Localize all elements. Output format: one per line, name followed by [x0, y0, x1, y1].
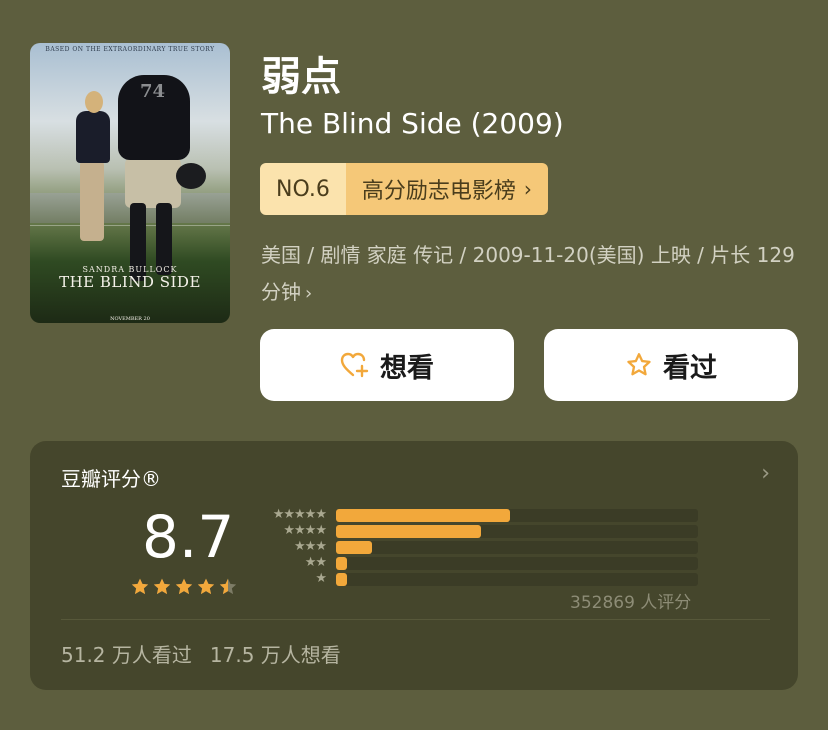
poster-helmet: [176, 163, 206, 189]
rank-number: NO.6: [260, 163, 346, 215]
distribution-star-label: ★★: [304, 555, 327, 570]
distribution-bar: [336, 557, 347, 570]
divider: [61, 619, 770, 620]
poster-jersey-number: 74: [140, 81, 166, 102]
rank-list-name: 高分励志电影榜 ›: [345, 163, 548, 215]
movie-title-en: The Blind Side (2009): [261, 107, 564, 140]
heart-plus-icon: [340, 351, 370, 379]
distribution-bar-track: [336, 525, 698, 538]
rating-section-title: 豆瓣评分®: [61, 467, 161, 491]
star-icon: [130, 577, 150, 601]
chevron-right-icon[interactable]: ›: [761, 461, 770, 486]
distribution-bar-track: [336, 509, 698, 522]
distribution-bar-track: [336, 541, 698, 554]
poster-figure-woman-legs: [80, 161, 104, 241]
distribution-star-label: ★: [315, 571, 327, 586]
watched-label: 看过: [663, 352, 717, 384]
distribution-star-label: ★★★★★: [272, 507, 327, 522]
want-count: 17.5 万人想看: [209, 643, 341, 667]
movie-title-zh: 弱点: [261, 54, 341, 100]
poster-date: NOVEMBER 20: [110, 316, 150, 322]
douban-rating-card[interactable]: 豆瓣评分® › 8.7 ★★★★★ ★★★★ ★★★ ★★ ★ 352869 人评分 5…: [30, 441, 798, 690]
distribution-bar-track: [336, 573, 698, 586]
star-icon: [174, 577, 194, 601]
movie-poster[interactable]: BASED ON THE EXTRAORDINARY TRUE STORY 74…: [30, 43, 230, 323]
distribution-bar: [336, 541, 373, 554]
distribution-bar: [336, 525, 481, 538]
poster-figure-player-pants: [125, 158, 181, 208]
distribution-star-label: ★★★★: [283, 523, 327, 538]
chevron-right-icon: ›: [305, 283, 313, 304]
movie-meta-text: 美国 / 剧情 家庭 传记 / 2009-11-20(美国) 上映 / 片长 1…: [261, 243, 795, 304]
rating-stars: [130, 577, 238, 601]
watched-button[interactable]: 看过: [544, 329, 798, 401]
star-icon: [152, 577, 172, 601]
rank-list-label: 高分励志电影榜: [361, 179, 516, 204]
watch-stats: 51.2 万人看过 17.5 万人想看: [61, 639, 341, 668]
distribution-star-label: ★★★: [294, 539, 327, 554]
want-to-watch-label: 想看: [380, 352, 434, 384]
ranking-badge[interactable]: NO.6 高分励志电影榜 ›: [260, 163, 548, 215]
star-icon: [196, 577, 216, 601]
want-to-watch-button[interactable]: 想看: [260, 329, 514, 401]
poster-figure-woman: [76, 111, 110, 163]
poster-title: THE BLIND SIDE: [59, 273, 201, 291]
poster-figure-woman-head: [85, 91, 103, 113]
star-outline-icon: [625, 351, 653, 379]
movie-meta[interactable]: 美国 / 剧情 家庭 传记 / 2009-11-20(美国) 上映 / 片长 1…: [261, 237, 801, 312]
rating-score: 8.7: [142, 503, 235, 571]
poster-tagline: BASED ON THE EXTRAORDINARY TRUE STORY: [45, 46, 215, 53]
chevron-right-icon: ›: [523, 177, 532, 201]
distribution-bar: [336, 573, 347, 586]
star-icon: [218, 577, 238, 601]
rating-count: 352869 人评分: [570, 593, 692, 613]
seen-count: 51.2 万人看过: [61, 643, 192, 667]
distribution-bar: [336, 509, 510, 522]
distribution-bar-track: [336, 557, 698, 570]
